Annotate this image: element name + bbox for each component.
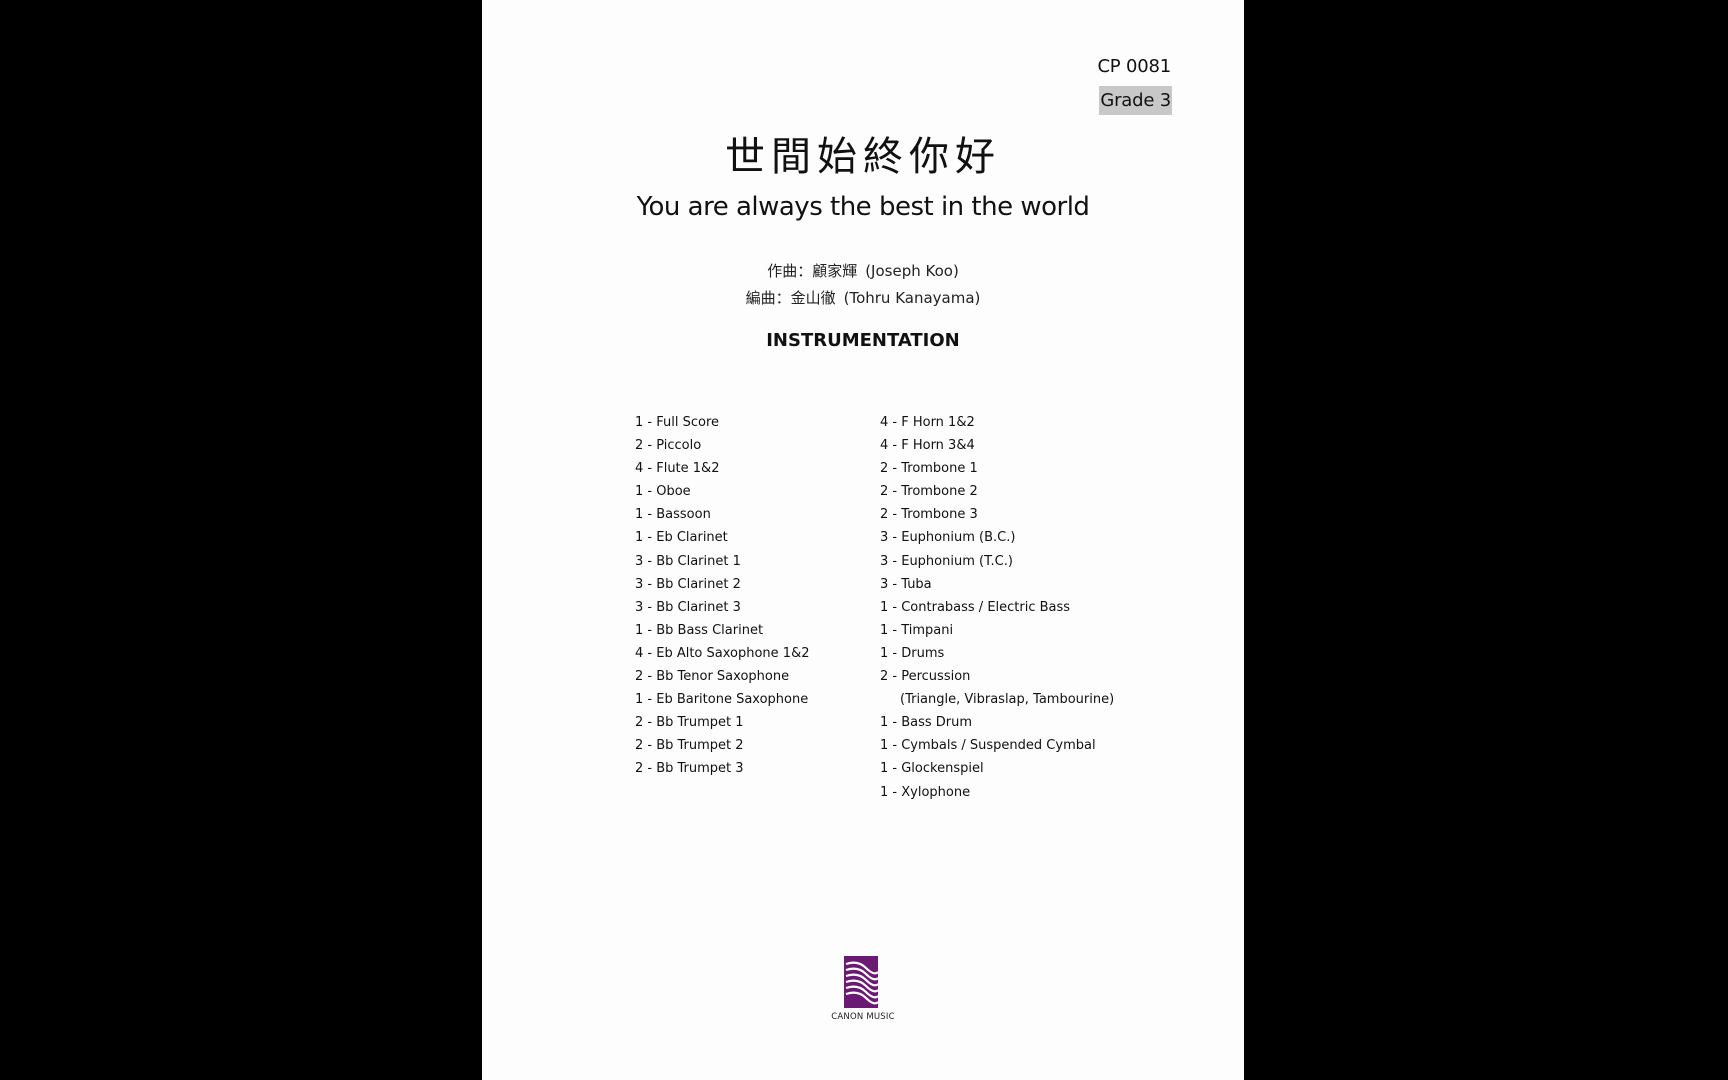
instrument-item: 4 - F Horn 1&2: [880, 415, 975, 430]
instrument-list-left: 1 - Full Score 2 - Piccolo 4 - Flute 1&2 1 …: [635, 411, 809, 781]
instrument-item: 1 - Timpani: [880, 622, 954, 638]
composer-credit: 作曲：顧家輝 (Joseph Koo): [482, 260, 1244, 281]
composer-label: 作曲：顧家輝: [767, 262, 858, 280]
instrument-item: 2 - Trombone 3: [880, 507, 978, 523]
instrument-item: 1 - Full Score: [635, 415, 719, 430]
title-english: You are always the best in the world: [636, 192, 1090, 222]
arranger-credit: 編曲：金山徹 (Tohru Kanayama): [482, 287, 1244, 308]
instrument-item: 1 - Bb Bass Clarinet: [635, 622, 764, 638]
instrument-item: 2 - Percussion: [880, 669, 971, 685]
catalog-number: CP 0081: [1097, 56, 1171, 77]
instrument-detail: (Triangle, Vibraslap, Tambourine): [900, 692, 1115, 708]
canon-music-logo-icon: [844, 956, 878, 1008]
instrument-item: 4 - F Horn 3&4: [880, 438, 975, 454]
instrument-list-right: 4 - F Horn 1&2 4 - F Horn 3&4 2 - Trombone…: [880, 411, 1114, 804]
score-cover-page: CP 0081 Grade 3 世間始終你好 You are always th…: [482, 0, 1244, 1080]
instrument-item: 3 - Euphonium (T.C.): [880, 553, 1013, 569]
instrument-item: 2 - Bb Tenor Saxophone: [635, 669, 790, 685]
instrument-item: 4 - Flute 1&2: [635, 461, 720, 477]
instrument-item: 2 - Trombone 2: [880, 484, 978, 500]
instrument-item: 3 - Euphonium (B.C.): [880, 530, 1016, 546]
instrument-item: 1 - Eb Baritone Saxophone: [635, 692, 809, 708]
arranger-name: (Tohru Kanayama): [843, 289, 981, 307]
instrument-item: 1 - Bassoon: [635, 507, 711, 523]
instrument-item: 2 - Bb Trumpet 1: [635, 715, 744, 731]
instrument-item: 4 - Eb Alto Saxophone 1&2: [635, 645, 810, 661]
instrument-item: 1 - Oboe: [635, 484, 691, 500]
instrument-item: 2 - Trombone 1: [880, 461, 978, 477]
instrument-item: 3 - Bb Clarinet 3: [635, 599, 741, 615]
composer-name: (Joseph Koo): [865, 262, 959, 280]
instrument-item: 2 - Bb Trumpet 2: [635, 738, 744, 754]
instrument-item: 1 - Glockenspiel: [880, 761, 984, 777]
instrument-item: 2 - Bb Trumpet 3: [635, 761, 744, 777]
instrument-item: 1 - Eb Clarinet: [635, 530, 728, 546]
publisher-name: CANON MUSIC: [831, 1012, 895, 1022]
instrumentation-heading: INSTRUMENTATION: [766, 330, 960, 351]
instrument-item: 1 - Cymbals / Suspended Cymbal: [880, 738, 1096, 754]
arranger-label: 編曲：金山徹: [745, 289, 836, 307]
instrument-item: 1 - Contrabass / Electric Bass: [880, 599, 1071, 615]
title-chinese: 世間始終你好: [725, 134, 1001, 180]
instrument-item: 3 - Tuba: [880, 576, 932, 592]
instrument-item: 3 - Bb Clarinet 2: [635, 576, 741, 592]
grade-badge: Grade 3: [1099, 86, 1172, 115]
instrument-item: 2 - Piccolo: [635, 438, 702, 454]
instrument-item: 1 - Drums: [880, 645, 945, 661]
instrument-item: 1 - Bass Drum: [880, 715, 973, 731]
instrument-item: 3 - Bb Clarinet 1: [635, 553, 741, 569]
instrument-item: 1 - Xylophone: [880, 784, 971, 800]
